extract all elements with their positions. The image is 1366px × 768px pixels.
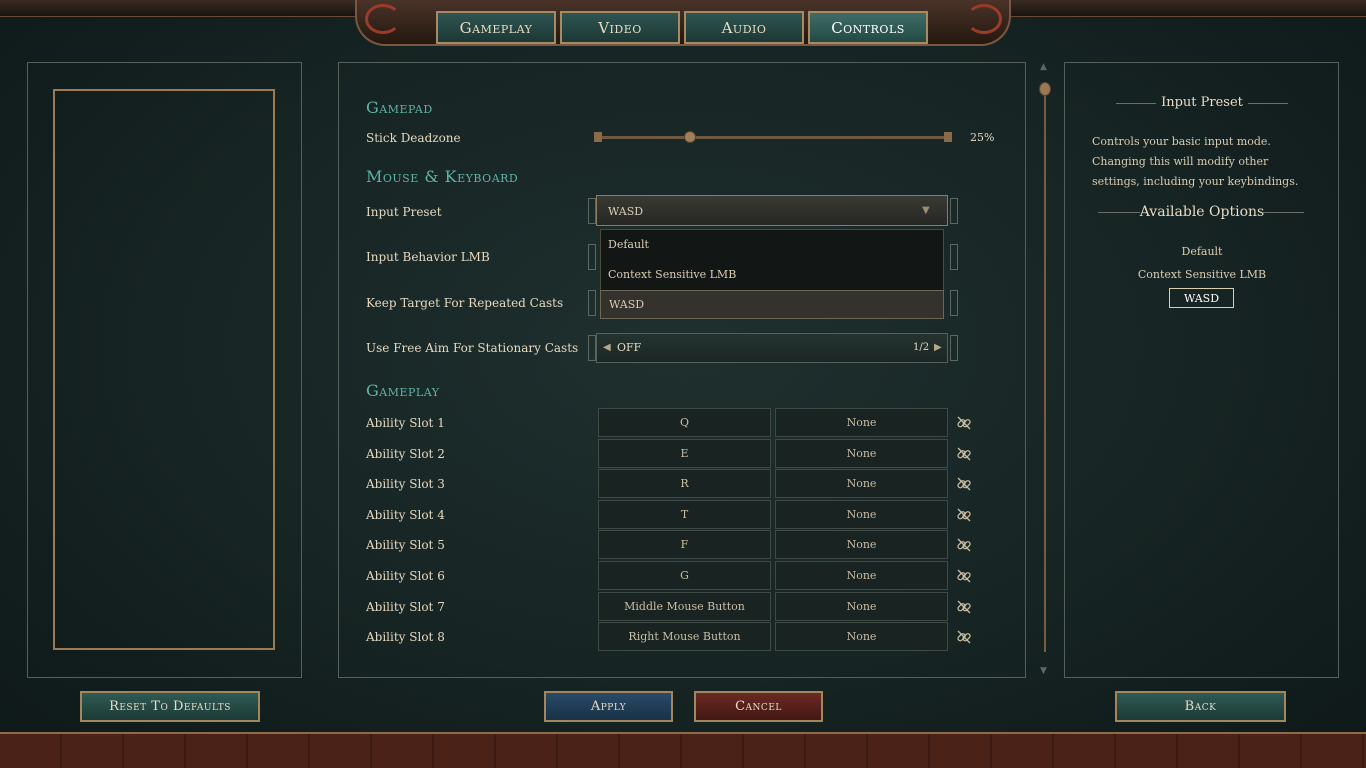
secondary-key-binding[interactable]: None: [775, 439, 948, 468]
ability-slot-label: Ability Slot 5: [366, 538, 445, 552]
unlink-icon[interactable]: [956, 507, 972, 523]
primary-key-binding[interactable]: R: [598, 469, 771, 498]
chevron-down-icon[interactable]: ▼: [922, 205, 930, 216]
left-swirl-ornament: [365, 4, 401, 34]
scroll-down-icon[interactable]: ▼: [1040, 666, 1047, 676]
free-aim-page: 1/2: [913, 342, 930, 353]
secondary-key-binding[interactable]: None: [775, 408, 948, 437]
primary-key-binding[interactable]: Middle Mouse Button: [598, 592, 771, 621]
divider: [1262, 212, 1304, 213]
info-option-default: Default: [1181, 245, 1223, 258]
arrow-right-icon[interactable]: ▶: [934, 342, 942, 353]
ability-slot-label: Ability Slot 1: [366, 416, 445, 430]
unlink-icon[interactable]: [956, 599, 972, 615]
back-button[interactable]: Back: [1115, 691, 1286, 722]
secondary-key-binding[interactable]: None: [775, 469, 948, 498]
primary-key-binding[interactable]: G: [598, 561, 771, 590]
primary-key-binding[interactable]: Q: [598, 408, 771, 437]
primary-key-binding[interactable]: Right Mouse Button: [598, 622, 771, 651]
secondary-key-binding[interactable]: None: [775, 530, 948, 559]
stick-deadzone-slider[interactable]: [596, 136, 950, 139]
unlink-icon[interactable]: [956, 629, 972, 645]
input-preset-label: Input Preset: [366, 205, 442, 219]
tab-gameplay[interactable]: Gameplay: [436, 11, 556, 44]
info-title: Input Preset: [1161, 95, 1243, 110]
bracket-ornament: [588, 290, 596, 316]
bracket-ornament: [950, 198, 958, 224]
ability-slot-label: Ability Slot 6: [366, 569, 445, 583]
ability-slot-label: Ability Slot 7: [366, 600, 445, 614]
preview-frame: [53, 89, 275, 650]
unlink-icon[interactable]: [956, 537, 972, 553]
unlink-icon[interactable]: [956, 446, 972, 462]
unlink-icon[interactable]: [956, 476, 972, 492]
secondary-key-binding[interactable]: None: [775, 592, 948, 621]
dropdown-option-default[interactable]: Default: [600, 230, 944, 259]
bracket-ornament: [950, 244, 958, 270]
primary-key-binding[interactable]: E: [598, 439, 771, 468]
free-aim-value: OFF: [617, 341, 642, 354]
dropdown-option-context-sensitive-lmb[interactable]: Context Sensitive LMB: [600, 260, 944, 289]
secondary-key-binding[interactable]: None: [775, 622, 948, 651]
divider: [1248, 103, 1288, 104]
bracket-ornament: [588, 198, 596, 224]
slider-right-cap: [944, 132, 952, 142]
tab-controls[interactable]: Controls: [808, 11, 928, 44]
info-option-selected: WASD: [1169, 288, 1234, 308]
keep-target-label: Keep Target For Repeated Casts: [366, 296, 564, 310]
bracket-ornament: [588, 335, 596, 361]
available-options-heading: Available Options: [1139, 204, 1265, 220]
bottom-ornament-bar: [0, 732, 1366, 768]
input-preset-value: WASD: [608, 205, 644, 218]
scroll-up-icon[interactable]: ▲: [1040, 62, 1047, 72]
slider-left-cap: [594, 132, 602, 142]
secondary-key-binding[interactable]: None: [775, 500, 948, 529]
right-swirl-ornament: [966, 4, 1002, 34]
ability-slot-label: Ability Slot 4: [366, 508, 445, 522]
ability-slot-label: Ability Slot 3: [366, 477, 445, 491]
bracket-ornament: [950, 335, 958, 361]
stick-deadzone-value: 25%: [970, 131, 995, 144]
ability-slot-label: Ability Slot 8: [366, 630, 445, 644]
arrow-left-icon[interactable]: ◀: [603, 342, 611, 353]
dropdown-option-wasd[interactable]: WASD: [600, 290, 944, 319]
stick-deadzone-label: Stick Deadzone: [366, 131, 461, 145]
section-gamepad: Gamepad: [366, 98, 433, 117]
info-option-context-sensitive-lmb: Context Sensitive LMB: [1137, 268, 1267, 281]
reset-to-defaults-button[interactable]: Reset To Defaults: [80, 691, 260, 722]
secondary-key-binding[interactable]: None: [775, 561, 948, 590]
info-description: Controls your basic input mode. Changing…: [1092, 135, 1299, 188]
bracket-ornament: [588, 244, 596, 270]
scrollbar-thumb[interactable]: [1039, 82, 1051, 96]
divider: [1098, 212, 1140, 213]
tab-video[interactable]: Video: [560, 11, 680, 44]
free-aim-stepper[interactable]: [596, 333, 948, 363]
input-preset-dropdown[interactable]: [596, 195, 948, 226]
section-gameplay: Gameplay: [366, 381, 440, 400]
section-mouse-keyboard: Mouse & Keyboard: [366, 167, 519, 186]
slider-handle[interactable]: [684, 131, 696, 143]
tab-audio[interactable]: Audio: [684, 11, 804, 44]
ability-slot-label: Ability Slot 2: [366, 447, 445, 461]
scrollbar-track[interactable]: [1044, 92, 1046, 652]
primary-key-binding[interactable]: T: [598, 500, 771, 529]
primary-key-binding[interactable]: F: [598, 530, 771, 559]
cancel-button[interactable]: Cancel: [694, 691, 823, 722]
input-behavior-lmb-label: Input Behavior LMB: [366, 250, 490, 264]
unlink-icon[interactable]: [956, 415, 972, 431]
unlink-icon[interactable]: [956, 568, 972, 584]
bracket-ornament: [950, 290, 958, 316]
apply-button[interactable]: Apply: [544, 691, 673, 722]
free-aim-label: Use Free Aim For Stationary Casts: [366, 341, 579, 355]
